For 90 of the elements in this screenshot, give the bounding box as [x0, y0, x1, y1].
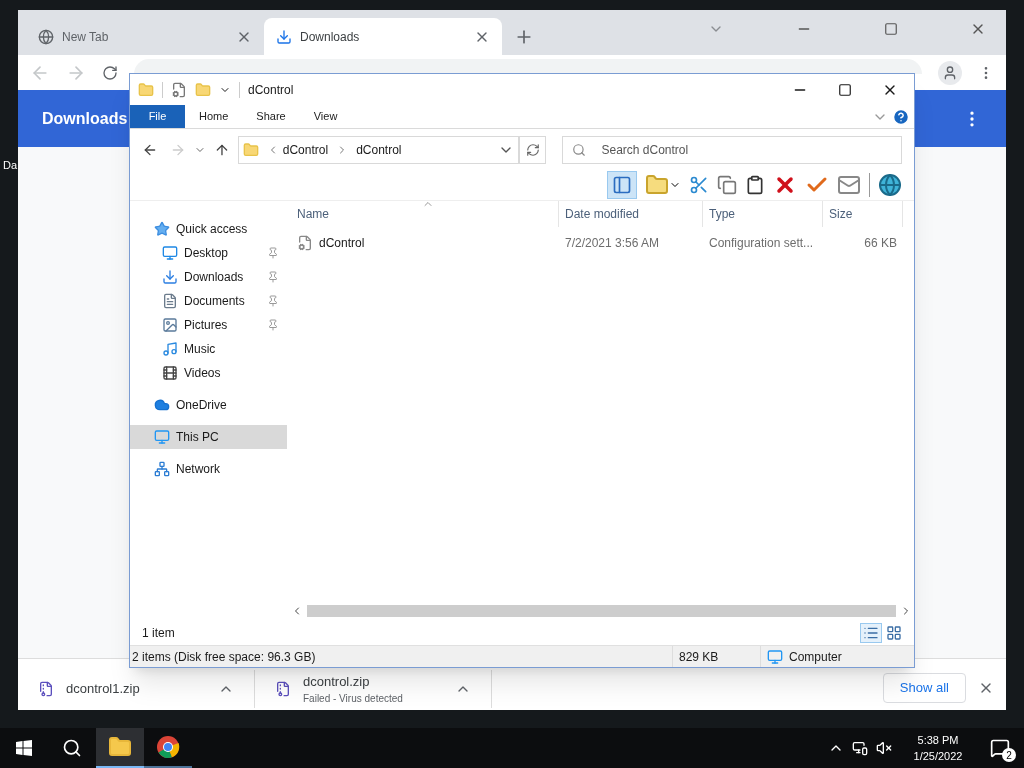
breadcrumb-item[interactable]: dControl	[282, 141, 329, 159]
folder-icon	[138, 81, 154, 98]
status-location: Computer	[789, 648, 842, 666]
nav-item[interactable]: This PC	[130, 425, 287, 449]
clock[interactable]: 5:38 PM 1/25/2022	[900, 732, 976, 764]
back-icon[interactable]	[142, 142, 158, 158]
file-name: dcontrol.zip	[303, 672, 371, 691]
size-cell-text: 66 KB	[863, 235, 898, 252]
maximize-icon[interactable]	[838, 82, 852, 97]
nav-item[interactable]: Downloads	[130, 265, 287, 289]
details-icon	[863, 625, 879, 641]
cut-icon[interactable]	[689, 174, 709, 195]
download-item[interactable]: dcontrol1.zip	[18, 670, 255, 708]
address-bar[interactable]	[134, 58, 922, 74]
refresh-icon	[525, 143, 540, 157]
time-text: 5:38 PM	[917, 733, 959, 748]
monitor-icon	[162, 245, 178, 261]
column-header[interactable]: Type	[703, 201, 823, 227]
pane-icon	[612, 174, 632, 195]
folder-icon	[242, 142, 259, 158]
download-status: Failed - Virus detected	[303, 692, 404, 707]
type-cell-text: Configuration sett...	[708, 235, 815, 252]
search-icon	[62, 738, 82, 758]
document-icon	[162, 293, 178, 309]
cloud-icon	[154, 397, 170, 413]
profile-icon[interactable]	[938, 60, 962, 85]
refresh-button[interactable]	[518, 136, 547, 164]
muted-speaker-icon[interactable]	[876, 740, 892, 756]
archive-icon	[275, 681, 291, 697]
star-icon	[154, 221, 170, 237]
show-all-button[interactable]: Show all	[882, 673, 966, 703]
nav-item[interactable]: Desktop	[130, 241, 287, 265]
details-view-button[interactable]	[860, 623, 882, 643]
column-header[interactable]: Name	[291, 201, 559, 227]
desktop-icon-label: Da	[3, 158, 18, 173]
nav-item[interactable]: Documents	[130, 289, 287, 313]
file-name: dcontrol1.zip	[66, 680, 141, 699]
status-text: 2 items (Disk free space: 96.3 GB)	[131, 648, 317, 666]
picture-icon	[162, 317, 178, 333]
copy-icon[interactable]	[717, 174, 737, 195]
browser-tab[interactable]: New Tab	[26, 18, 264, 55]
window-title: dControl	[248, 81, 295, 99]
date-cell-text: 7/2/2021 3:56 AM	[564, 235, 661, 252]
ribbon-tab[interactable]: Home	[185, 105, 243, 128]
preview-pane-button[interactable]	[607, 170, 637, 199]
folder-icon	[108, 735, 132, 759]
search-icon	[572, 143, 587, 157]
nav-item[interactable]: Quick access	[130, 217, 287, 241]
windows-logo-icon	[16, 740, 32, 756]
page-title: Downloads	[42, 108, 128, 129]
properties-icon[interactable]	[171, 81, 187, 98]
nav-item[interactable]: OneDrive	[130, 393, 287, 417]
address-field[interactable]: dControl dControl	[237, 136, 519, 164]
ribbon-tab[interactable]: Share	[242, 105, 300, 128]
settings-file-icon	[297, 235, 313, 251]
notification-count: 2	[1002, 748, 1016, 762]
help-icon[interactable]	[892, 107, 910, 126]
download-icon	[162, 269, 178, 285]
search-field[interactable]: Search dControl	[562, 136, 902, 164]
computer-icon	[767, 648, 783, 665]
nav-item[interactable]: Network	[130, 457, 287, 481]
tiles-icon[interactable]	[886, 625, 902, 641]
file-row[interactable]: dControl 7/2/2021 3:56 AM Configuration sett... 66 KB	[291, 232, 914, 254]
browser-tab[interactable]: Downloads	[264, 18, 502, 55]
notification-button[interactable]: 2	[976, 728, 1024, 768]
download-icon	[276, 28, 292, 45]
column-header[interactable]: Date modified	[559, 201, 703, 227]
network-icon	[154, 461, 170, 477]
nav-item[interactable]: Pictures	[130, 313, 287, 337]
ribbon-tab[interactable]: View	[299, 105, 352, 128]
reload-icon[interactable]	[102, 64, 118, 81]
breadcrumb-item[interactable]: dControl	[356, 141, 402, 159]
date-text: 1/25/2022	[913, 749, 963, 764]
ribbon-tab[interactable]: File	[130, 105, 185, 128]
archive-icon	[38, 681, 54, 697]
film-icon	[162, 365, 178, 381]
nav-item[interactable]: Music	[130, 337, 287, 361]
network-icon[interactable]	[852, 740, 868, 756]
status-size: 829 KB	[672, 646, 760, 667]
globe-icon	[38, 28, 54, 45]
item-count: 1 item	[142, 625, 176, 642]
paste-icon[interactable]	[745, 174, 765, 195]
download-item[interactable]: dcontrol.zip Failed - Virus detected	[255, 670, 492, 708]
music-note-icon	[162, 341, 178, 357]
browser-icon	[156, 735, 180, 759]
taskbar-app[interactable]	[96, 728, 144, 768]
computer-icon	[154, 429, 170, 445]
nav-item[interactable]: Videos	[130, 361, 287, 385]
file-name: dControl	[319, 235, 365, 252]
column-header[interactable]: Size	[823, 201, 903, 227]
